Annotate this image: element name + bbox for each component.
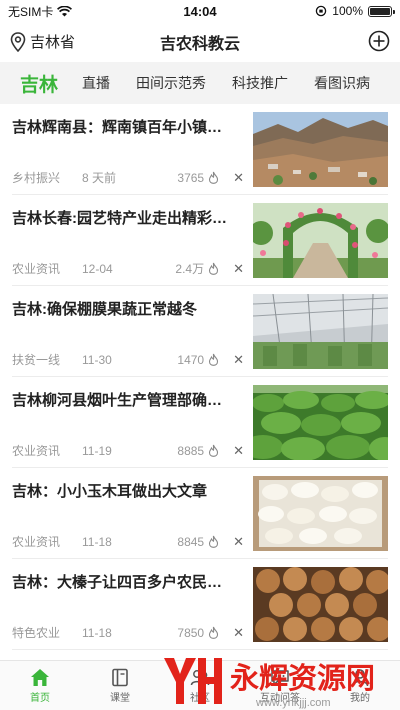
news-meta: 农业资讯 12-04 2.4万 ✕ xyxy=(12,260,244,277)
wifi-icon xyxy=(57,5,73,16)
news-item[interactable]: 吉林：小小玉木耳做出大文章 农业资讯 11-18 8845 ✕ xyxy=(12,468,388,559)
chat-icon xyxy=(271,669,289,685)
news-meta: 农业资讯 11-18 8845 ✕ xyxy=(12,533,244,550)
tab-jilin[interactable]: 吉林 xyxy=(20,70,58,97)
location-selector[interactable]: 吉林省 xyxy=(10,31,75,52)
news-category: 特色农业 xyxy=(12,626,61,640)
flame-icon xyxy=(209,353,219,366)
news-date: 11-30 xyxy=(82,352,112,367)
flame-icon xyxy=(209,444,219,457)
news-meta: 农业资讯 11-19 8885 ✕ xyxy=(12,442,244,459)
news-date: 12-04 xyxy=(82,261,113,276)
tabbar-me[interactable]: 我的 xyxy=(320,661,400,710)
dismiss-icon[interactable]: ✕ xyxy=(233,443,244,459)
tabbar-qa-label: 互动问答 xyxy=(260,692,300,704)
news-item[interactable]: 吉林：大榛子让四百多户农民… 特色农业 11-18 7850 ✕ xyxy=(12,559,388,650)
news-title[interactable]: 吉林:确保棚膜果蔬正常越冬 xyxy=(12,298,244,319)
news-item[interactable]: 吉林辉南县：辉南镇百年小镇… 乡村振兴 8 天前 3765 ✕ xyxy=(12,104,388,195)
news-meta: 扶贫一线 11-30 1470 ✕ xyxy=(12,351,244,368)
battery-icon xyxy=(368,5,395,17)
tabbar-community[interactable]: 社区 xyxy=(160,661,240,710)
news-item[interactable]: 吉林柳河县烟叶生产管理部确… 农业资讯 11-19 8885 ✕ xyxy=(12,377,388,468)
news-thumbnail[interactable] xyxy=(253,567,388,642)
home-icon xyxy=(31,668,49,686)
battery-fill xyxy=(370,7,390,15)
community-icon xyxy=(190,669,210,685)
news-hot-count: 3765 xyxy=(177,170,205,185)
battery-percent: 100% xyxy=(332,4,363,18)
page-title: 吉农科教云 xyxy=(159,36,240,53)
status-right: 100% xyxy=(315,4,395,18)
tab-live[interactable]: 直播 xyxy=(82,73,110,93)
bottom-tab-bar: 首页 课堂 社区 互动问答 我的 xyxy=(0,660,400,710)
status-bar: 无SIM卡 14:04 100% xyxy=(0,0,400,22)
news-hot-count: 2.4万 xyxy=(175,262,205,276)
tab-field-demo[interactable]: 田间示范秀 xyxy=(136,73,206,93)
news-category: 农业资讯 xyxy=(12,262,61,276)
tabbar-qa[interactable]: 互动问答 xyxy=(240,661,320,710)
news-thumbnail[interactable] xyxy=(253,294,388,369)
dismiss-icon[interactable]: ✕ xyxy=(233,625,244,641)
user-icon xyxy=(351,668,369,686)
dismiss-icon[interactable]: ✕ xyxy=(233,352,244,368)
tab-tech-promotion[interactable]: 科技推广 xyxy=(232,73,288,93)
dismiss-icon[interactable]: ✕ xyxy=(233,261,244,277)
news-category: 乡村振兴 xyxy=(12,171,61,185)
tabbar-class[interactable]: 课堂 xyxy=(80,661,160,710)
nav-bar: 吉林省 吉农科教云 xyxy=(0,22,400,62)
news-meta: 乡村振兴 8 天前 3765 ✕ xyxy=(12,169,244,186)
news-thumbnail[interactable] xyxy=(253,112,388,187)
flame-icon xyxy=(209,171,219,184)
news-date: 8 天前 xyxy=(82,171,117,185)
category-tabs: 吉林 直播 田间示范秀 科技推广 看图识病 xyxy=(0,62,400,104)
tabbar-community-label: 社区 xyxy=(190,692,210,704)
dismiss-icon[interactable]: ✕ xyxy=(233,170,244,186)
tabbar-home[interactable]: 首页 xyxy=(0,661,80,710)
news-category: 农业资讯 xyxy=(12,535,61,549)
news-feed: 吉林辉南县：辉南镇百年小镇… 乡村振兴 8 天前 3765 ✕ 吉林长春:园艺特… xyxy=(0,104,400,660)
location-pin-icon xyxy=(10,31,26,52)
news-hot-count: 1470 xyxy=(177,352,205,367)
tabbar-home-label: 首页 xyxy=(30,692,50,704)
news-date: 11-19 xyxy=(82,443,112,458)
news-category: 扶贫一线 xyxy=(12,353,61,367)
carrier-label: 无SIM卡 xyxy=(8,4,54,19)
news-title[interactable]: 吉林：小小玉木耳做出大文章 xyxy=(12,480,244,501)
news-item[interactable]: 吉林长春:园艺特产业走出精彩… 农业资讯 12-04 2.4万 ✕ xyxy=(12,195,388,286)
flame-icon xyxy=(209,262,219,275)
add-button[interactable] xyxy=(368,30,390,52)
status-left: 无SIM卡 xyxy=(8,3,73,20)
news-thumbnail[interactable] xyxy=(253,385,388,460)
news-category: 农业资讯 xyxy=(12,444,61,458)
flame-icon xyxy=(209,535,219,548)
dismiss-icon[interactable]: ✕ xyxy=(233,534,244,550)
news-title[interactable]: 吉林长春:园艺特产业走出精彩… xyxy=(12,207,244,228)
news-date: 11-18 xyxy=(82,625,112,640)
news-title[interactable]: 吉林柳河县烟叶生产管理部确… xyxy=(12,389,244,410)
news-date: 11-18 xyxy=(82,534,112,549)
news-meta: 特色农业 11-18 7850 ✕ xyxy=(12,624,244,641)
news-hot-count: 8885 xyxy=(177,443,205,458)
news-hot-count: 7850 xyxy=(177,625,205,640)
news-title[interactable]: 吉林：大榛子让四百多户农民… xyxy=(12,571,244,592)
tabbar-class-label: 课堂 xyxy=(110,692,130,704)
book-icon xyxy=(112,668,128,686)
news-title[interactable]: 吉林辉南县：辉南镇百年小镇… xyxy=(12,116,244,137)
flame-icon xyxy=(209,626,219,639)
news-item[interactable]: 吉林:确保棚膜果蔬正常越冬 扶贫一线 11-30 1470 ✕ xyxy=(12,286,388,377)
news-hot-count: 8845 xyxy=(177,534,205,549)
orientation-lock-icon xyxy=(316,5,327,17)
location-label: 吉林省 xyxy=(30,34,76,51)
tab-image-diagnosis[interactable]: 看图识病 xyxy=(314,73,370,93)
news-thumbnail[interactable] xyxy=(253,203,388,278)
tabbar-me-label: 我的 xyxy=(350,692,370,704)
news-thumbnail[interactable] xyxy=(253,476,388,551)
